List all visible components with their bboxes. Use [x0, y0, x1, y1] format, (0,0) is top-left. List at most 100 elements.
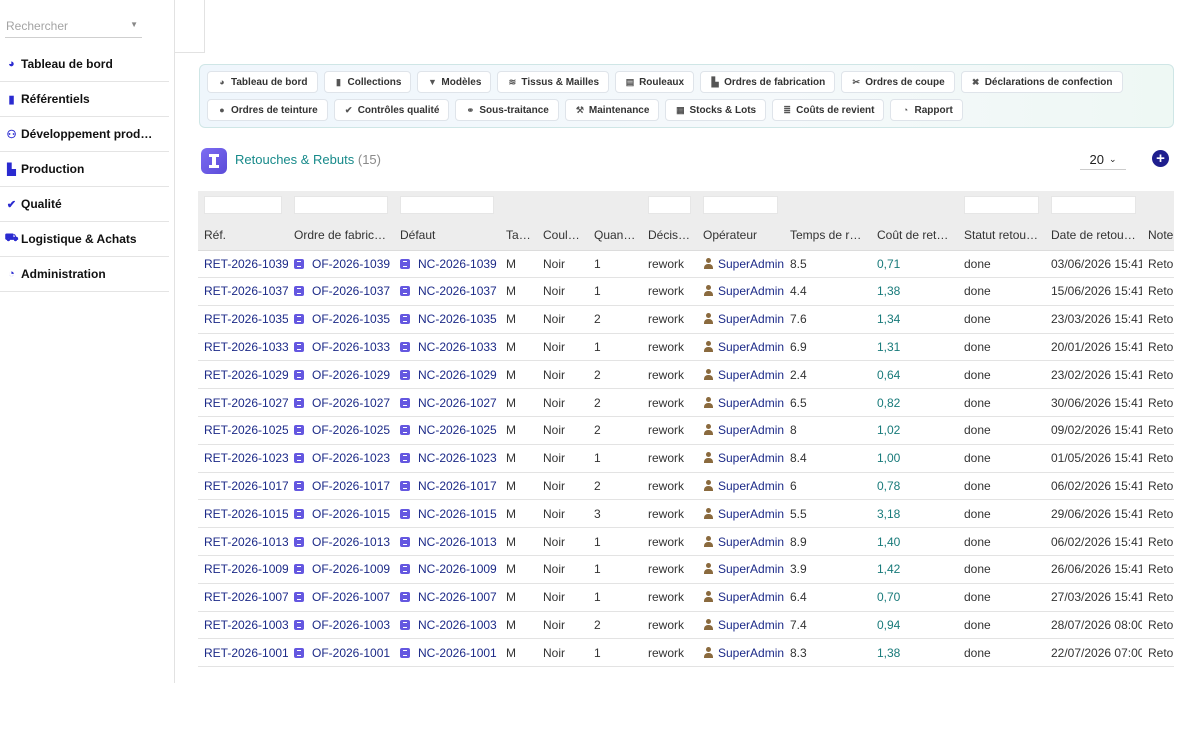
table-row[interactable]: RET-2026-1007 OF-2026-1007 NC-2026-1007 M No… — [198, 583, 1174, 612]
nav-button-row2-2[interactable]: ⚭ Sous-traitance — [455, 99, 559, 121]
column-header[interactable]: Taille — [500, 219, 537, 251]
filter-input-decision[interactable] — [648, 196, 691, 214]
table-cell[interactable]: OF-2026-1023 — [288, 444, 394, 473]
filter-input-defaut[interactable] — [400, 196, 494, 214]
table-cell[interactable]: OF-2026-1027 — [288, 388, 394, 417]
sidebar-item-2[interactable]: ⚇ Développement prod… — [0, 117, 169, 152]
table-cell[interactable]: RET-2026-1027 — [198, 388, 288, 417]
table-cell[interactable]: RET-2026-1003 — [198, 611, 288, 640]
table-row[interactable]: RET-2026-1015 OF-2026-1015 NC-2026-1015 M No… — [198, 499, 1174, 529]
table-row[interactable]: RET-2026-1027 OF-2026-1027 NC-2026-1027 M No… — [198, 388, 1174, 417]
table-cell[interactable]: RET-2026-1035 — [198, 305, 288, 334]
nav-button-row1-2[interactable]: ▼ Modèles — [417, 71, 492, 93]
column-header[interactable]: Quantité — [588, 219, 642, 251]
table-cell[interactable]: NC-2026-1037 — [394, 277, 500, 306]
table-cell[interactable]: SuperAdmin — [697, 472, 784, 501]
table-row[interactable]: RET-2026-1029 OF-2026-1029 NC-2026-1029 M No… — [198, 360, 1174, 390]
table-cell[interactable]: NC-2026-1013 — [394, 527, 500, 556]
table-cell[interactable]: SuperAdmin — [697, 333, 784, 362]
nav-button-row2-5[interactable]: ≣ Coûts de revient — [772, 99, 885, 121]
table-cell[interactable]: RET-2026-1029 — [198, 360, 288, 390]
nav-button-row2-1[interactable]: ✔ Contrôles qualité — [333, 99, 450, 121]
table-cell[interactable]: OF-2026-1015 — [288, 499, 394, 529]
column-header[interactable]: Ordre de fabrica… — [288, 219, 394, 251]
table-cell[interactable]: NC-2026-1017 — [394, 472, 500, 501]
column-header[interactable]: Statut retouche — [958, 219, 1045, 251]
table-row[interactable]: RET-2026-1017 OF-2026-1017 NC-2026-1017 M No… — [198, 472, 1174, 501]
sidebar-item-6[interactable]: ◔ Administration — [0, 257, 169, 292]
nav-button-row1-0[interactable]: ◕ Tableau de bord — [207, 71, 318, 93]
table-cell[interactable]: RET-2026-1007 — [198, 583, 288, 612]
table-cell[interactable]: OF-2026-1025 — [288, 416, 394, 445]
sidebar-item-5[interactable]: ⛟ Logistique & Achats — [0, 222, 169, 257]
table-cell[interactable]: OF-2026-1017 — [288, 472, 394, 501]
table-row[interactable]: RET-2026-1039 OF-2026-1039 NC-2026-1039 M No… — [198, 250, 1174, 278]
table-cell[interactable]: SuperAdmin — [697, 555, 784, 584]
nav-button-row1-5[interactable]: ▙ Ordres de fabrication — [700, 71, 836, 93]
table-cell[interactable]: RET-2026-1023 — [198, 444, 288, 473]
table-cell[interactable]: NC-2026-1035 — [394, 305, 500, 334]
table-cell[interactable]: SuperAdmin — [697, 277, 784, 306]
search-box[interactable]: ▼ — [5, 16, 142, 38]
nav-button-row2-0[interactable]: ● Ordres de teinture — [207, 99, 328, 121]
column-header[interactable]: Décision — [642, 219, 697, 251]
table-cell[interactable]: RET-2026-1039 — [198, 250, 288, 278]
sidebar-item-0[interactable]: ◕ Tableau de bord — [0, 47, 169, 82]
table-cell[interactable]: RET-2026-1009 — [198, 555, 288, 584]
table-cell[interactable]: NC-2026-1015 — [394, 499, 500, 529]
sidebar-item-3[interactable]: ▙ Production — [0, 152, 169, 187]
filter-input-statut[interactable] — [964, 196, 1039, 214]
nav-button-row1-6[interactable]: ✂ Ordres de coupe — [841, 71, 955, 93]
table-cell[interactable]: NC-2026-1027 — [394, 388, 500, 417]
nav-button-row1-4[interactable]: ▤ Rouleaux — [615, 71, 695, 93]
column-header[interactable]: Note — [1142, 219, 1174, 251]
table-cell[interactable]: OF-2026-1029 — [288, 360, 394, 390]
table-row[interactable]: RET-2026-1023 OF-2026-1023 NC-2026-1023 M No… — [198, 444, 1174, 473]
chevron-down-icon[interactable]: ▼ — [130, 20, 138, 29]
nav-button-row2-4[interactable]: ▦ Stocks & Lots — [665, 99, 767, 121]
table-cell[interactable]: OF-2026-1035 — [288, 305, 394, 334]
table-cell[interactable]: RET-2026-1025 — [198, 416, 288, 445]
sidebar-item-1[interactable]: ▮ Référentiels — [0, 82, 169, 117]
table-row[interactable]: RET-2026-1009 OF-2026-1009 NC-2026-1009 M No… — [198, 555, 1174, 584]
filter-input-operateur[interactable] — [703, 196, 778, 214]
table-cell[interactable]: RET-2026-1013 — [198, 527, 288, 556]
table-cell[interactable]: NC-2026-1009 — [394, 555, 500, 584]
table-cell[interactable]: OF-2026-1003 — [288, 611, 394, 640]
table-cell[interactable]: OF-2026-1013 — [288, 527, 394, 556]
column-header[interactable]: Couleur — [537, 219, 588, 251]
table-cell[interactable]: SuperAdmin — [697, 638, 784, 668]
column-header[interactable]: Temps de ret… — [784, 219, 871, 251]
table-row[interactable]: RET-2026-1001 OF-2026-1001 NC-2026-1001 M No… — [198, 638, 1174, 668]
table-cell[interactable]: NC-2026-1025 — [394, 416, 500, 445]
nav-button-row2-6[interactable]: ◔ Rapport — [890, 99, 963, 121]
table-cell[interactable]: OF-2026-1007 — [288, 583, 394, 612]
sidebar-item-4[interactable]: ✔ Qualité — [0, 187, 169, 222]
table-row[interactable]: RET-2026-1003 OF-2026-1003 NC-2026-1003 M No… — [198, 611, 1174, 640]
page-size-select[interactable]: 20 ⌄ — [1080, 150, 1126, 170]
table-row[interactable]: RET-2026-1037 OF-2026-1037 NC-2026-1037 M No… — [198, 277, 1174, 306]
column-header[interactable]: Défaut — [394, 219, 500, 251]
table-cell[interactable]: SuperAdmin — [697, 527, 784, 556]
table-cell[interactable]: OF-2026-1037 — [288, 277, 394, 306]
table-cell[interactable]: RET-2026-1033 — [198, 333, 288, 362]
table-cell[interactable]: RET-2026-1015 — [198, 499, 288, 529]
table-cell[interactable]: SuperAdmin — [697, 444, 784, 473]
column-header[interactable]: Coût de reto… — [871, 219, 958, 251]
column-header[interactable]: Date de retouche — [1045, 219, 1142, 251]
nav-button-row1-7[interactable]: ✖ Déclarations de confection — [960, 71, 1123, 93]
table-cell[interactable]: NC-2026-1003 — [394, 611, 500, 640]
table-cell[interactable]: RET-2026-1001 — [198, 638, 288, 668]
column-header[interactable]: Réf. — [198, 219, 288, 251]
table-cell[interactable]: NC-2026-1023 — [394, 444, 500, 473]
table-cell[interactable]: OF-2026-1009 — [288, 555, 394, 584]
nav-button-row1-3[interactable]: ≋ Tissus & Mailles — [497, 71, 610, 93]
table-cell[interactable]: NC-2026-1033 — [394, 333, 500, 362]
table-cell[interactable]: RET-2026-1017 — [198, 472, 288, 501]
search-input[interactable] — [5, 16, 126, 36]
table-cell[interactable]: SuperAdmin — [697, 583, 784, 612]
add-button[interactable]: + — [1152, 150, 1169, 167]
filter-input-of[interactable] — [294, 196, 388, 214]
table-cell[interactable]: NC-2026-1039 — [394, 250, 500, 278]
table-cell[interactable]: SuperAdmin — [697, 611, 784, 640]
